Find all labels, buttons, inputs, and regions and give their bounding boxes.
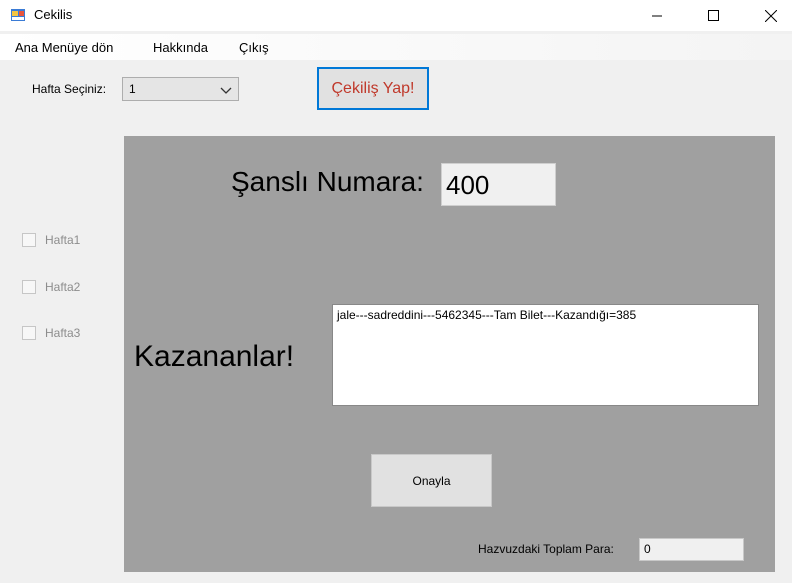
menu-item-main-menu[interactable]: Ana Menüye dön [15,40,113,55]
window-title: Cekilis [34,7,73,22]
title-bar: Cekilis [0,0,792,31]
close-button[interactable] [748,0,792,31]
winners-label: Kazananlar! [134,340,295,373]
menu-item-about[interactable]: Hakkında [153,40,208,55]
menu-item-exit[interactable]: Çıkış [239,40,269,55]
menu-bar: Ana Menüye dön Hakkında Çıkış [0,34,792,60]
week-select[interactable]: 1 [122,77,239,101]
draw-panel: Şanslı Numara: 400 Kazananlar! jale---sa… [124,136,775,572]
chevron-down-icon [220,84,232,98]
lucky-number-label: Şanslı Numara: [231,166,424,197]
winners-list[interactable]: jale---sadreddini---5462345---Tam Bilet-… [332,304,759,406]
draw-button[interactable]: Çekiliş Yap! [317,67,429,110]
pool-total-label: Hazvuzdaki Toplam Para: [478,542,614,556]
app-icon [10,7,26,23]
confirm-button[interactable]: Onayla [371,454,492,507]
pool-total-field[interactable]: 0 [639,538,744,561]
week-label: Hafta Seçiniz: [32,82,107,96]
week-select-value: 1 [129,82,136,96]
checkbox-week1[interactable]: Hafta1 [22,233,80,247]
checkbox-label: Hafta2 [45,280,81,294]
checkbox-label: Hafta3 [45,326,81,340]
app-window: Cekilis Ana Menüye dön Hakkında Çıkış Ha… [0,0,792,583]
checkbox-box[interactable] [22,326,36,340]
minimize-button[interactable] [634,0,680,31]
maximize-button[interactable] [690,0,736,31]
checkbox-box[interactable] [22,233,36,247]
checkbox-week3[interactable]: Hafta3 [22,326,80,340]
checkbox-label: Hafta1 [45,233,81,247]
checkbox-week2[interactable]: Hafta2 [22,280,80,294]
lucky-number-field[interactable]: 400 [441,163,556,206]
checkbox-box[interactable] [22,280,36,294]
